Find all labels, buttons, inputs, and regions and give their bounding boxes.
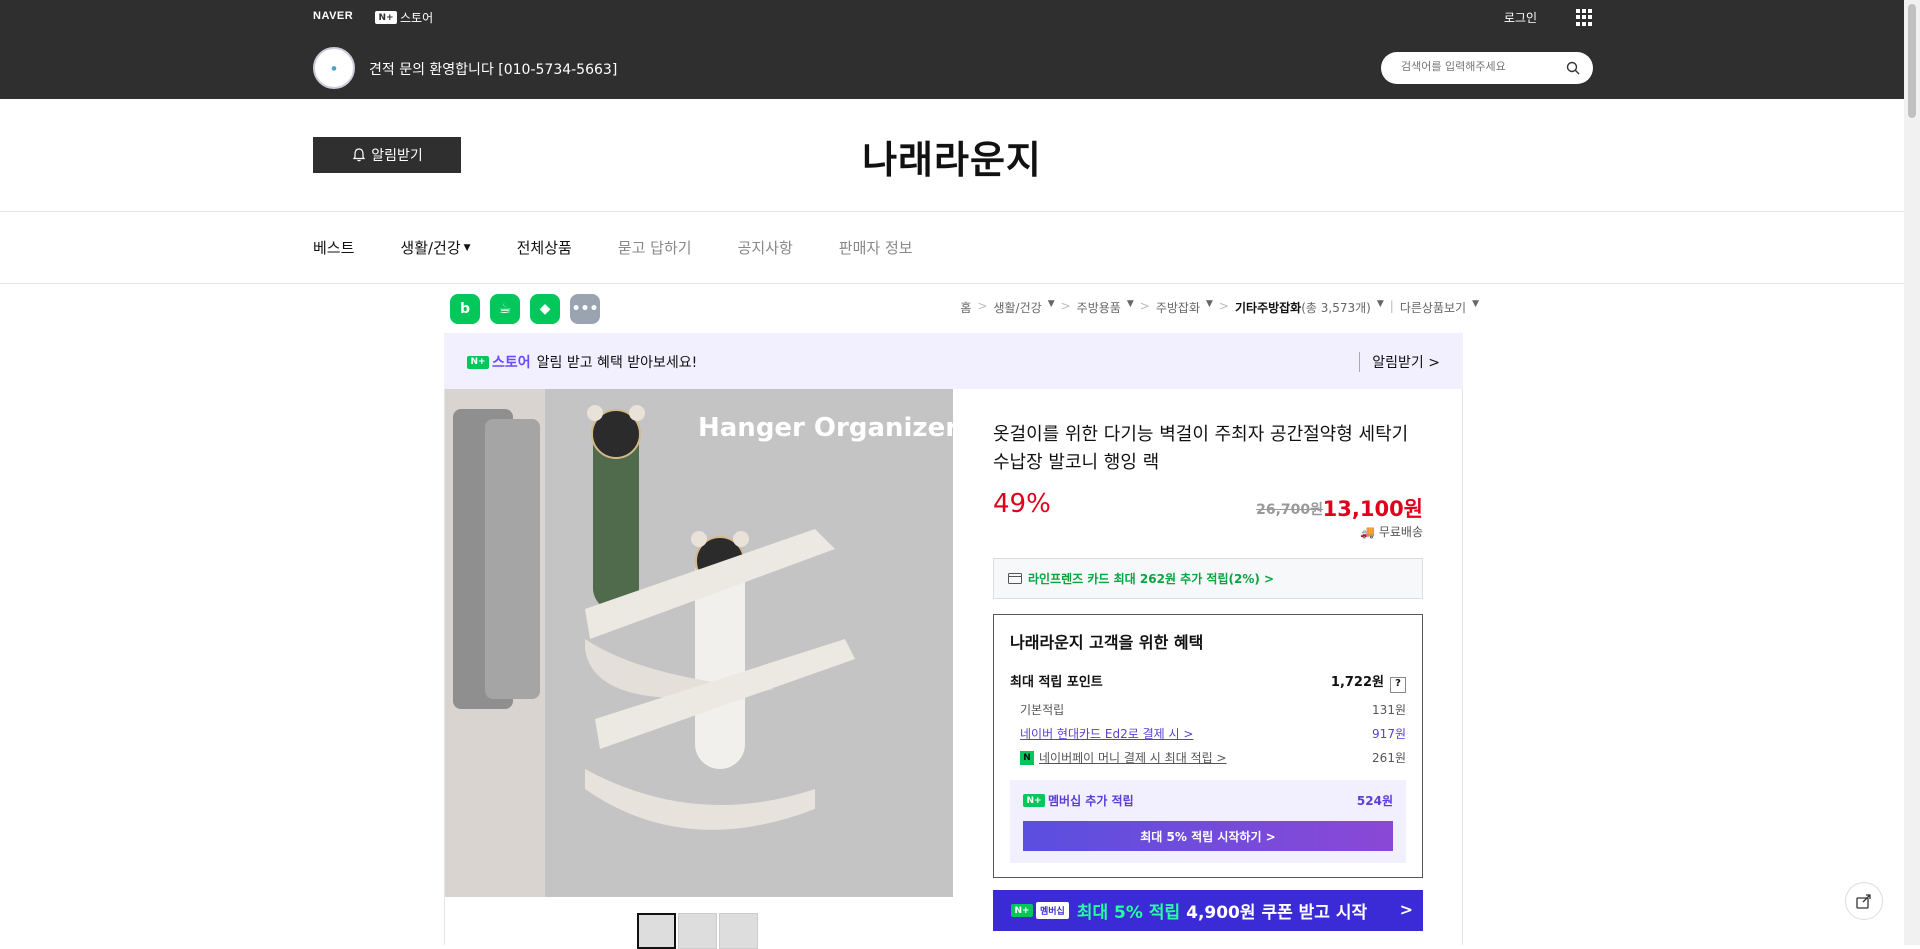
search-box [1381,52,1593,84]
card-points-row: 네이버 현대카드 Ed2로 결제 시 > 917원 [1010,725,1406,742]
nplus-badge: N+ [375,11,397,24]
benefit-box: 나래라운지 고객을 위한 혜택 최대 적립 포인트 1,722원? 기본적립 1… [993,614,1423,878]
nav-qna[interactable]: 묻고 답하기 [618,237,692,258]
card-points-value: 917원 [1372,727,1406,741]
share-icons: b ☕ ◆ ••• [450,294,610,324]
nav-best[interactable]: 베스트 [313,237,354,258]
search-icon[interactable] [1566,61,1580,75]
npay-points-row: N 네이버페이 머니 결제 시 최대 적립 > 261원 [1010,749,1406,766]
chevron-right-icon: > [1399,900,1413,919]
coupon-nplus-badge: N+ [1011,904,1033,917]
store-label: 스토어 [400,11,434,25]
card-points-link[interactable]: 네이버 현대카드 Ed2로 결제 시 > [1010,725,1193,742]
thumbnail-list [637,913,760,949]
promo-alarm-link[interactable]: 알림받기 > [1359,352,1440,372]
store-header: 알림받기 나래라운지 [0,99,1904,212]
welcome-text: 견적 문의 환영합니다 [010-5734-5663] [369,62,618,78]
nav-seller-info[interactable]: 판매자 정보 [839,237,913,258]
product-main: Hanger Organizer 옷걸이를 위한 다기능 벽걸이 주최자 공간절… [444,389,1463,949]
breadcrumb: 홈 > 생활/건강 ▼ > 주방용품 ▼ > 주방잡화 ▼ > 기타주방잡화 (총 3… [960,299,1479,316]
card-benefit-box[interactable]: 라인프렌즈 카드 최대 262원 추가 적립(2%) > [993,558,1423,599]
search-input[interactable] [1401,60,1561,73]
share-icon[interactable] [1845,882,1883,920]
apps-grid-icon[interactable] [1576,9,1593,26]
bookmark-share-icon[interactable]: ◆ [530,294,560,324]
store-name[interactable]: 나래라운지 [0,129,1904,184]
npay-points-link[interactable]: 네이버페이 머니 결제 시 최대 적립 > [1039,749,1227,766]
membership-label: 멤버십 추가 적립 [1048,794,1134,808]
breadcrumb-cat1[interactable]: 생활/건강 [993,299,1041,316]
promo-bar: N+ 스토어 알림 받고 혜택 받아보세요! 알림받기 > [444,333,1463,389]
basic-points-row: 기본적립 131원 [1010,701,1406,718]
membership-value: 524원 [1356,794,1393,808]
npay-icon: N [1020,750,1034,765]
product-title: 옷걸이를 위한 다기능 벽걸이 주최자 공간절약형 세탁기 수납장 발코니 행잉… [993,424,1409,473]
nav-all-products[interactable]: 전체상품 [517,237,572,258]
max-points-label: 최대 적립 포인트 [1010,675,1103,690]
help-icon[interactable]: ? [1390,677,1406,693]
product-info: 옷걸이를 위한 다기능 벽걸이 주최자 공간절약형 세탁기 수납장 발코니 행잉… [993,421,1423,931]
coupon-banner[interactable]: N+ 멤버십 최대 5% 적립 4,900원 쿠폰 받고 시작 > [993,890,1423,931]
product-photo: Hanger Organizer [445,389,953,897]
coupon-highlight: 최대 5% 적립 [1076,903,1181,923]
category-nav: 베스트 생활/건강 ▼ 전체상품 묻고 답하기 공지사항 판매자 정보 [0,212,1904,284]
max-points-row: 최대 적립 포인트 1,722원? [1010,671,1406,693]
thumbnail-item[interactable] [719,913,758,949]
breadcrumb-other[interactable]: 다른상품보기 [1400,299,1466,316]
card-icon [1008,573,1022,584]
breadcrumb-cat2[interactable]: 주방용품 [1077,299,1121,316]
membership-start-button[interactable]: 최대 5% 적립 시작하기 > [1023,821,1393,851]
product-image[interactable]: Hanger Organizer [445,389,953,897]
breadcrumb-cat3[interactable]: 주방잡화 [1156,299,1200,316]
basic-points-value: 131원 [1372,703,1406,717]
coupon-text: 4,900원 쿠폰 받고 시작 [1186,903,1368,923]
top-bar: NAVER N+ 스토어 로그인 ● 견적 문의 환영합니다 [010-5734… [0,0,1904,99]
max-points-value: 1,722원 [1330,675,1384,690]
store-avatar[interactable]: ● [313,47,355,89]
coupon-tag: 멤버십 [1036,902,1069,919]
nav-notice[interactable]: 공지사항 [738,237,793,258]
breadcrumb-count: (총 3,573개) [1301,301,1371,315]
price-row: 49% 26,700원 13,100원 [993,489,1423,529]
blog-share-icon[interactable]: b [450,294,480,324]
cafe-share-icon[interactable]: ☕ [490,294,520,324]
card-benefit-text: 라인프렌즈 카드 최대 262원 추가 적립(2%) > [1028,572,1275,586]
naver-plus-store-link[interactable]: N+ 스토어 [375,9,433,26]
promo-store: 스토어 [492,355,531,371]
benefit-title: 나래라운지 고객을 위한 혜택 [1010,633,1204,652]
promo-nplus-badge: N+ [467,355,489,369]
naver-logo[interactable]: NAVER [313,10,353,22]
scrollbar[interactable] [1904,0,1920,945]
original-price: 26,700원 [1256,502,1323,518]
promo-text: 알림 받고 혜택 받아보세요! [536,355,698,371]
breadcrumb-cat4[interactable]: 기타주방잡화 [1235,299,1301,316]
more-icon[interactable]: ••• [570,294,600,324]
nav-living-health[interactable]: 생활/건강 ▼ [400,237,470,258]
membership-nplus-badge: N+ [1023,794,1045,807]
membership-box: N+ 멤버십 추가 적립 524원 최대 5% 적립 시작하기 > [1010,780,1406,863]
chevron-down-icon: ▼ [463,242,471,253]
sale-price: 13,100원 [1322,497,1423,521]
breadcrumb-home[interactable]: 홈 [960,299,971,316]
discount-rate: 49% [993,489,1051,519]
basic-points-label: 기본적립 [1020,703,1065,717]
thumbnail-item[interactable] [678,913,717,949]
nav-living-health-label: 생활/건강 [400,239,461,257]
npay-points-value: 261원 [1372,751,1406,765]
product-image-text: Hanger Organizer [698,413,953,443]
thumbnail-item[interactable] [637,913,676,949]
scroll-thumb[interactable] [1908,4,1916,118]
login-button[interactable]: 로그인 [1500,8,1541,27]
